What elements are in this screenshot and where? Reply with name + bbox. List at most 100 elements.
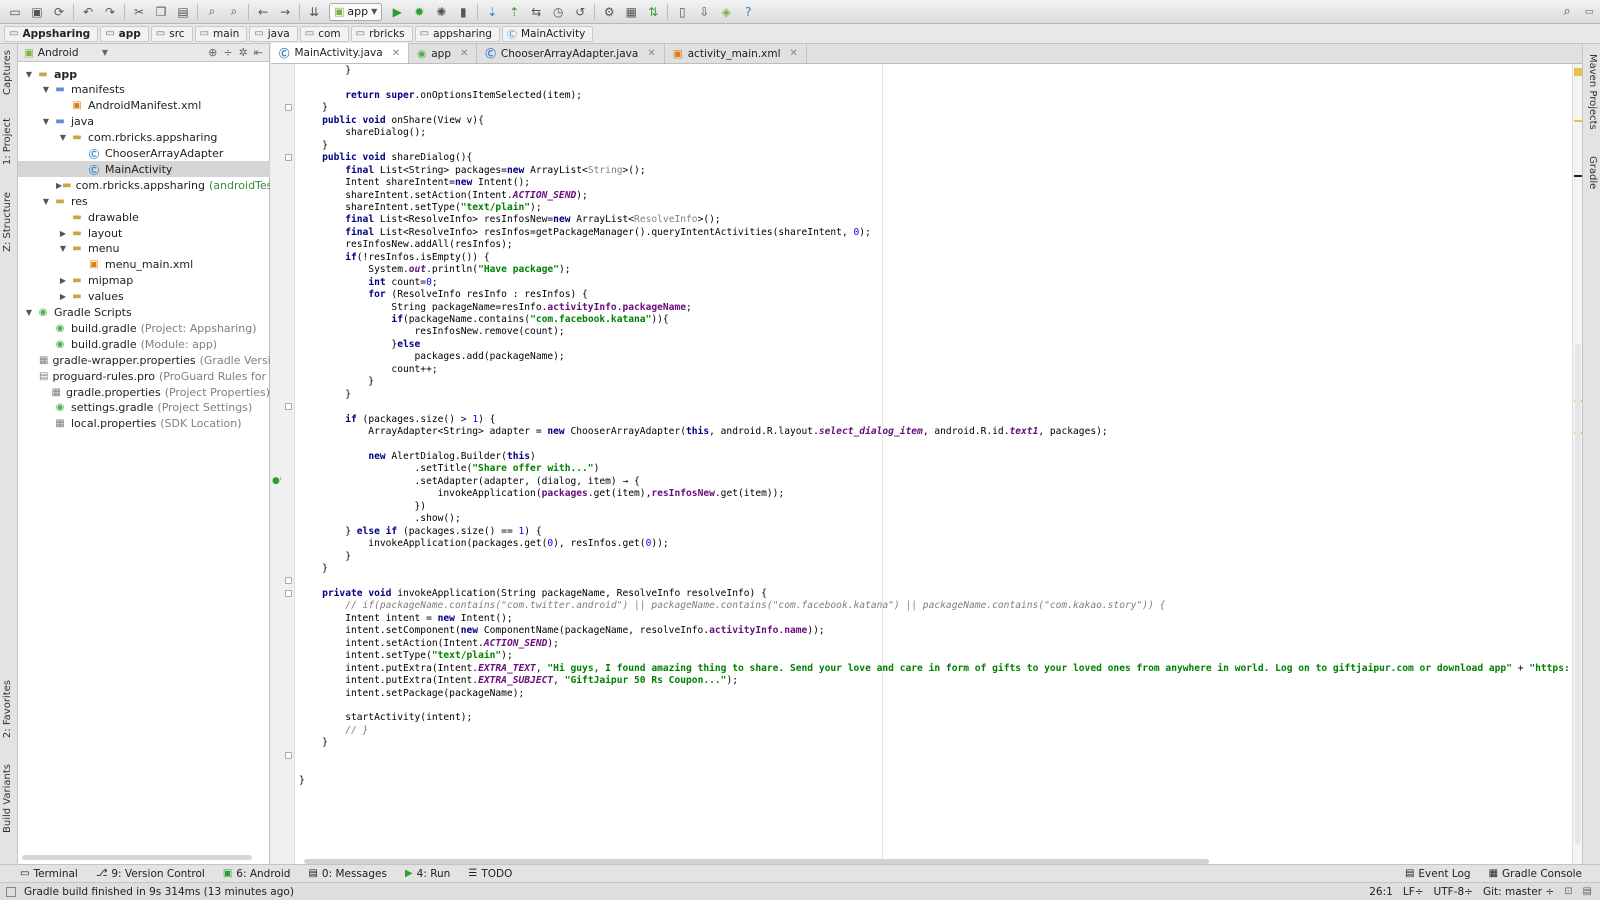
run-icon[interactable]: ▶	[388, 3, 406, 21]
line-separator[interactable]: LF÷	[1403, 886, 1424, 898]
replace-icon[interactable]: ⌕	[225, 3, 243, 21]
save-icon[interactable]: ▣	[28, 3, 46, 21]
paste-icon[interactable]: ▤	[174, 3, 192, 21]
tree-item[interactable]: ▶ ▬ values	[18, 289, 270, 305]
project-view-select[interactable]: ▣ Android ▼	[24, 47, 108, 59]
fold-marker[interactable]	[285, 589, 292, 597]
tab-build-variants[interactable]: Build Variants	[2, 764, 13, 833]
tree-item[interactable]: Ⓒ MainActivity	[18, 161, 270, 178]
tree-item[interactable]: ▼ ◉ Gradle Scripts	[18, 305, 270, 321]
tree-item[interactable]: ▶▬com.rbricks.appsharing(androidTest)	[18, 177, 270, 193]
expanded-arrow-icon[interactable]: ▼	[39, 85, 53, 94]
inspection-status-icon[interactable]	[1574, 68, 1582, 76]
collapsed-arrow-icon[interactable]: ▶	[56, 229, 70, 238]
tab-captures[interactable]: Captures	[2, 50, 13, 95]
tool-window-button[interactable]: ⎇ 9: Version Control	[96, 868, 205, 880]
find-icon[interactable]: ⌕	[203, 3, 221, 21]
tree-item[interactable]: ▦ gradle-wrapper.properties (Gradle Versio	[18, 352, 270, 368]
close-icon[interactable]: ✕	[392, 48, 400, 59]
tool-window-button[interactable]: ▶ 4: Run	[405, 868, 450, 880]
tool-window-button[interactable]: ▤ 0: Messages	[308, 868, 387, 880]
make-project-icon[interactable]: ⇊	[305, 3, 323, 21]
run-config-select[interactable]: ▣ app ▼	[329, 2, 383, 21]
collapsed-arrow-icon[interactable]: ▶	[56, 292, 70, 301]
fold-marker[interactable]	[285, 154, 292, 162]
breadcrumb-item[interactable]: ▭ main	[194, 25, 248, 42]
status-message[interactable]: Gradle build finished in 9s 314ms (13 mi…	[24, 886, 294, 898]
vcs-update-icon[interactable]: ⇣	[483, 3, 501, 21]
breadcrumb-item[interactable]: ▭ Appsharing	[4, 25, 99, 42]
close-icon[interactable]: ✕	[647, 48, 655, 59]
lambda-gutter-icon[interactable]: ●ᶥ	[272, 476, 282, 486]
breadcrumb-item[interactable]: ▭ com	[299, 25, 349, 42]
sdk-settings-icon[interactable]: ⚙	[600, 3, 618, 21]
back-icon[interactable]: ←	[254, 3, 272, 21]
tab-gradle[interactable]: Gradle	[1587, 156, 1598, 189]
split-icon[interactable]: ▭	[1580, 3, 1598, 21]
project-structure-icon[interactable]: ▦	[622, 3, 640, 21]
editor-tab[interactable]: ◉ app ✕	[409, 44, 478, 63]
hide-panel-icon[interactable]: ⇤	[254, 46, 263, 59]
breadcrumb-item[interactable]: ▭ app	[100, 25, 149, 42]
fold-marker[interactable]	[285, 403, 292, 411]
tree-item[interactable]: ▬ drawable	[18, 209, 270, 225]
tree-item[interactable]: ▦ local.properties (SDK Location)	[18, 416, 270, 432]
expanded-arrow-icon[interactable]: ▼	[39, 117, 53, 126]
tree-scrollbar[interactable]	[22, 855, 252, 860]
cut-icon[interactable]: ✂	[130, 3, 148, 21]
code-editor[interactable]: } return super.onOptionsItemSelected(ite…	[295, 64, 1574, 864]
tree-item[interactable]: ▤ proguard-rules.pro (ProGuard Rules for a	[18, 368, 270, 384]
tree-item[interactable]: ▣ menu_main.xml	[18, 257, 270, 273]
search-icon[interactable]: ⌕	[1558, 3, 1576, 21]
tab-favorites[interactable]: 2: Favorites	[2, 680, 13, 738]
scroll-from-source-icon[interactable]: ⊕	[208, 46, 217, 59]
avd-manager-icon[interactable]: ▯	[673, 3, 691, 21]
breadcrumb-item[interactable]: ▭ appsharing	[414, 25, 500, 42]
lock-icon[interactable]: ⊡	[1564, 886, 1572, 897]
tree-item[interactable]: ◉ build.gradle (Project: Appsharing)	[18, 320, 270, 336]
undo-icon[interactable]: ↶	[79, 3, 97, 21]
vcs-commit-icon[interactable]: ⇡	[505, 3, 523, 21]
expanded-arrow-icon[interactable]: ▼	[22, 70, 36, 79]
error-stripe[interactable]	[1572, 64, 1582, 864]
tree-item[interactable]: ▶ ▬ mipmap	[18, 273, 270, 289]
tab-project[interactable]: 1: Project	[2, 118, 13, 165]
open-icon[interactable]: ▭	[6, 3, 24, 21]
tree-item[interactable]: ▼ ▬ app	[18, 66, 270, 82]
vcs-compare-icon[interactable]: ⇆	[527, 3, 545, 21]
tree-item[interactable]: ▼ ▬ res	[18, 193, 270, 209]
tree-item[interactable]: ▼ ▬ java	[18, 114, 270, 130]
sync-icon[interactable]: ⟳	[50, 3, 68, 21]
breadcrumb-item[interactable]: ▭ java	[249, 25, 298, 42]
breadcrumb-item[interactable]: ▭ rbricks	[350, 25, 413, 42]
editor-vertical-scrollbar[interactable]	[1575, 344, 1581, 844]
coverage-icon[interactable]: ▮	[454, 3, 472, 21]
fold-marker[interactable]	[285, 577, 292, 585]
gradle-sync-icon[interactable]: ⇅	[644, 3, 662, 21]
close-icon[interactable]: ✕	[790, 48, 798, 59]
tree-item[interactable]: ▣ AndroidManifest.xml	[18, 98, 270, 114]
sdk-manager-icon[interactable]: ⇩	[695, 3, 713, 21]
close-icon[interactable]: ✕	[460, 48, 468, 59]
tree-item[interactable]: ▶ ▬ layout	[18, 225, 270, 241]
breadcrumb-item[interactable]: Ⓒ MainActivity	[501, 25, 594, 42]
editor-tab[interactable]: Ⓒ ChooserArrayAdapter.java ✕	[477, 44, 665, 63]
toggle-tool-windows-icon[interactable]	[6, 886, 16, 897]
copy-icon[interactable]: ❐	[152, 3, 170, 21]
tree-item[interactable]: ▼ ▬ manifests	[18, 82, 270, 98]
collapsed-arrow-icon[interactable]: ▶	[56, 276, 70, 285]
android-monitor-icon[interactable]: ◈	[717, 3, 735, 21]
expanded-arrow-icon[interactable]: ▼	[39, 197, 53, 206]
file-encoding[interactable]: UTF-8÷	[1434, 886, 1473, 898]
tab-maven-projects[interactable]: Maven Projects	[1587, 54, 1598, 130]
caret-position[interactable]: 26:1	[1369, 886, 1393, 898]
redo-icon[interactable]: ↷	[101, 3, 119, 21]
tree-item[interactable]: ▼ ▬ menu	[18, 241, 270, 257]
expanded-arrow-icon[interactable]: ▼	[56, 133, 70, 142]
tool-window-button[interactable]: ▣ 6: Android	[223, 868, 291, 880]
vcs-revert-icon[interactable]: ↺	[571, 3, 589, 21]
tool-window-button[interactable]: ▭ Terminal	[20, 868, 78, 880]
forward-icon[interactable]: →	[276, 3, 294, 21]
editor-tab[interactable]: ▣ activity_main.xml ✕	[664, 44, 807, 63]
tool-window-button[interactable]: ▦ Gradle Console	[1489, 868, 1582, 880]
